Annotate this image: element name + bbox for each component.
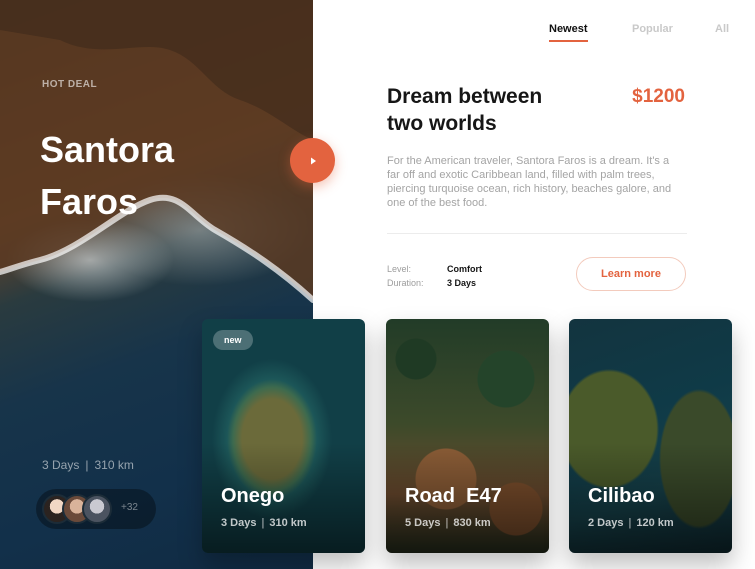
destination-card-cilibao[interactable]: Cilibao 2 Days | 120 km — [569, 319, 732, 553]
deal-description: For the American traveler, Santora Faros… — [387, 155, 672, 209]
deal-price: $1200 — [632, 86, 685, 107]
destination-title: Santora Faros — [40, 124, 174, 228]
hot-deal-label: HOT DEAL — [42, 79, 98, 90]
destination-title-line1: Santora — [40, 129, 175, 170]
destination-card-onego[interactable]: new Onego 3 Days | 310 km — [202, 319, 365, 553]
card-distance: 120 km — [636, 517, 674, 529]
trip-meta: 3 Days | 310 km — [42, 458, 134, 472]
deal-title: Dream between two worlds — [387, 83, 587, 137]
tab-popular[interactable]: Popular — [632, 23, 673, 35]
card-distance: 310 km — [269, 517, 307, 529]
deal-title-line2: two worlds — [387, 112, 497, 135]
duration-label: Duration: — [387, 278, 424, 288]
tab-all[interactable]: All — [715, 23, 729, 35]
play-button[interactable] — [290, 138, 335, 183]
card-title: Road E47 — [405, 485, 502, 507]
travelers-extra-count: +32 — [121, 502, 138, 513]
card-distance: 830 km — [453, 517, 491, 529]
level-value: Comfort — [447, 264, 482, 274]
card-days: 5 Days — [405, 517, 441, 529]
trip-distance: 310 km — [94, 458, 134, 472]
meta-separator: | — [261, 517, 265, 529]
card-title: Onego — [221, 485, 285, 507]
duration-value: 3 Days — [447, 278, 477, 288]
travelers-group[interactable]: +32 — [36, 489, 156, 529]
destination-title-line2: Faros — [40, 181, 139, 222]
card-days: 3 Days — [221, 517, 257, 529]
play-icon — [310, 157, 316, 164]
card-title: Cilibao — [588, 485, 655, 507]
card-meta: 5 Days | 830 km — [405, 517, 491, 529]
divider — [387, 233, 687, 234]
learn-more-button[interactable]: Learn more — [576, 257, 686, 291]
trip-days: 3 Days — [42, 458, 80, 472]
avatar — [82, 494, 112, 524]
card-meta: 3 Days | 310 km — [221, 517, 307, 529]
meta-separator: | — [628, 517, 632, 529]
deal-title-line1: Dream between — [387, 85, 543, 108]
meta-separator: | — [85, 458, 89, 472]
level-label: Level: — [387, 264, 412, 274]
new-badge: new — [213, 330, 253, 350]
card-meta: 2 Days | 120 km — [588, 517, 674, 529]
tab-newest[interactable]: Newest — [549, 23, 588, 42]
meta-separator: | — [445, 517, 449, 529]
card-days: 2 Days — [588, 517, 624, 529]
destination-card-road-e47[interactable]: Road E47 5 Days | 830 km — [386, 319, 549, 553]
